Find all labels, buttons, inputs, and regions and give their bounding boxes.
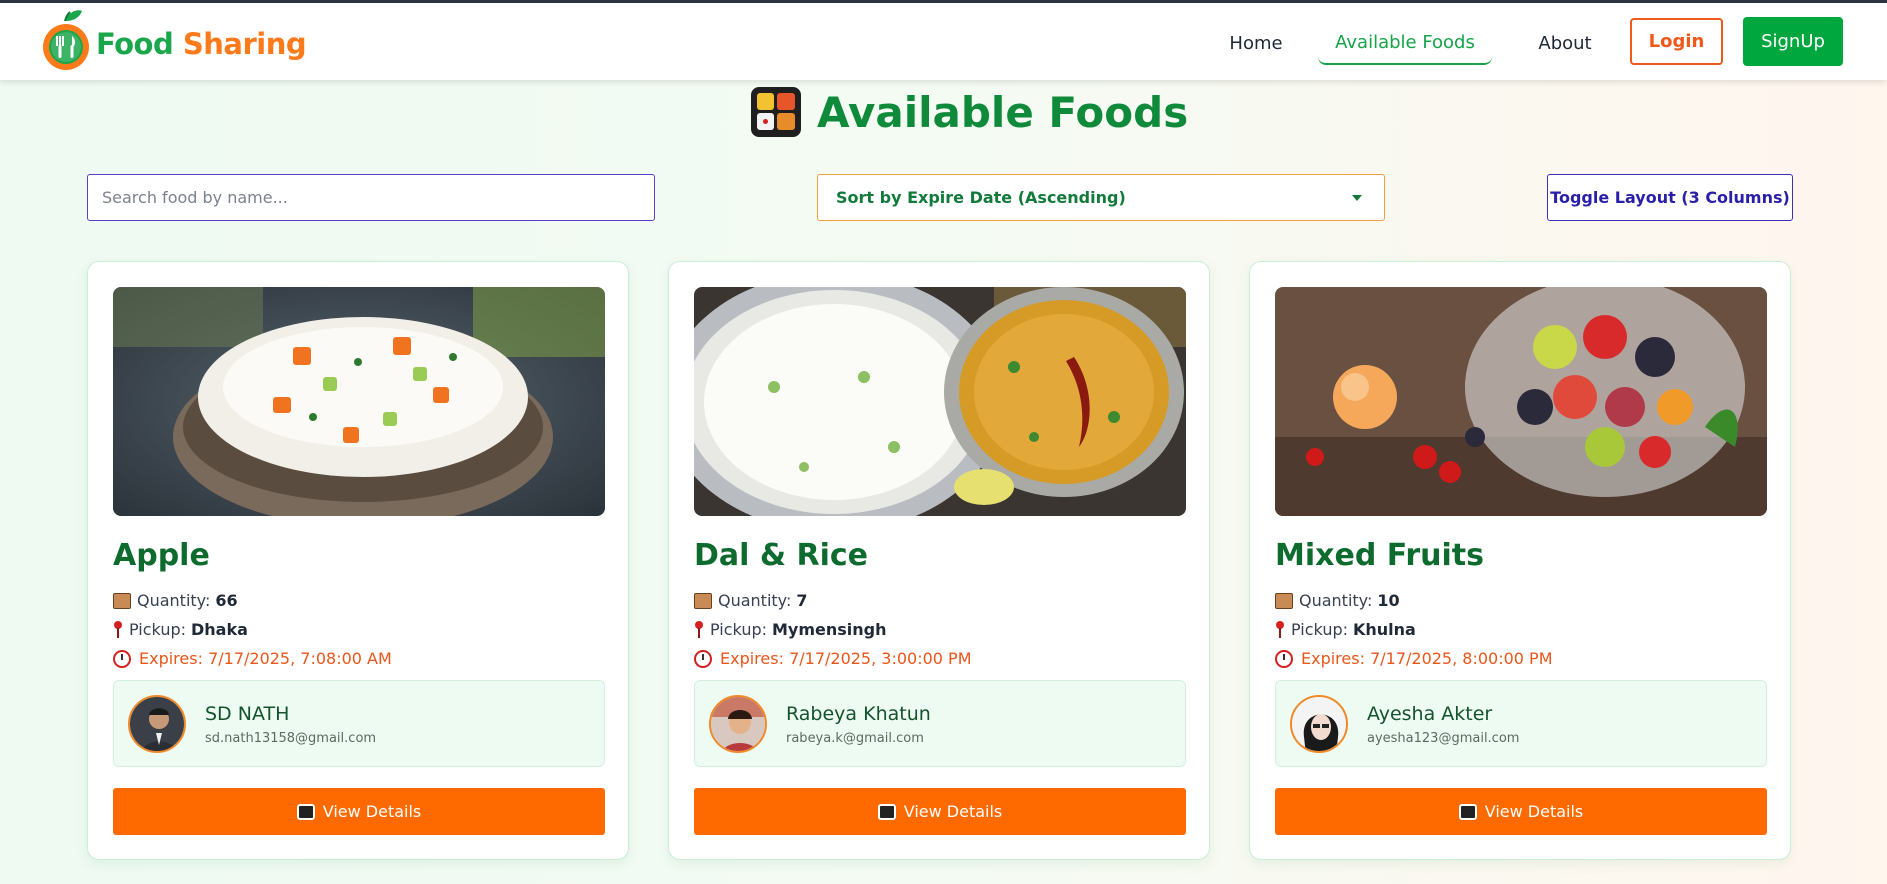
donor-email: ayesha123@gmail.com: [1367, 731, 1520, 746]
donor-email: sd.nath13158@gmail.com: [205, 731, 377, 746]
pickup-label: Pickup:: [710, 620, 767, 639]
login-button[interactable]: Login: [1630, 18, 1723, 65]
quantity-value: 66: [215, 591, 238, 610]
pickup-row: Pickup: Khulna: [1275, 620, 1416, 639]
food-name: Dal & Rice: [694, 538, 868, 573]
quantity-label: Quantity:: [1299, 591, 1373, 610]
pin-icon: [113, 620, 123, 639]
nav-home[interactable]: Home: [1206, 21, 1306, 65]
toggle-layout-button[interactable]: Toggle Layout (3 Columns): [1547, 174, 1793, 221]
logo-icon: [40, 9, 92, 71]
quantity-label: Quantity:: [137, 591, 211, 610]
donor-info: SD NATH sd.nath13158@gmail.com: [113, 680, 605, 767]
avatar: [128, 695, 186, 753]
food-name: Apple: [113, 538, 210, 573]
expires-text: Expires: 7/17/2025, 7:08:00 AM: [139, 649, 392, 668]
quantity-row: Quantity: 7: [694, 591, 808, 610]
food-card: Apple Quantity: 66 Pickup: Dhaka Expires…: [87, 261, 629, 860]
view-details-label: View Details: [322, 802, 422, 821]
expires-row: Expires: 7/17/2025, 3:00:00 PM: [694, 649, 972, 668]
food-image-rice: [113, 287, 605, 516]
pickup-value: Mymensingh: [772, 620, 887, 639]
box-icon: [694, 592, 712, 609]
alarm-clock-icon: [1275, 649, 1293, 668]
food-image-dal-rice: [694, 287, 1186, 516]
pin-icon: [1275, 620, 1285, 639]
expires-text: Expires: 7/17/2025, 8:00:00 PM: [1301, 649, 1553, 668]
page-title-text: Available Foods: [817, 87, 1189, 137]
food-image-fruits: [1275, 287, 1767, 516]
donor-name: Rabeya Khatun: [786, 703, 931, 725]
brand-word-sharing: Sharing: [182, 27, 307, 61]
signup-button[interactable]: SignUp: [1743, 17, 1843, 66]
expires-row: Expires: 7/17/2025, 8:00:00 PM: [1275, 649, 1553, 668]
plate-icon: [1458, 803, 1477, 820]
donor-name: Ayesha Akter: [1367, 703, 1493, 725]
navbar: Food Sharing Home Available Foods About …: [0, 3, 1887, 80]
box-icon: [1275, 592, 1293, 609]
brand-logo[interactable]: Food Sharing: [40, 9, 307, 71]
food-card: Mixed Fruits Quantity: 10 Pickup: Khulna…: [1249, 261, 1791, 860]
donor-email: rabeya.k@gmail.com: [786, 731, 924, 746]
avatar: [1290, 695, 1348, 753]
page-title: Available Foods: [751, 86, 1188, 138]
quantity-value: 10: [1377, 591, 1400, 610]
quantity-row: Quantity: 66: [113, 591, 238, 610]
pickup-label: Pickup:: [1291, 620, 1348, 639]
plate-icon: [296, 803, 315, 820]
donor-info: Rabeya Khatun rabeya.k@gmail.com: [694, 680, 1186, 767]
pickup-label: Pickup:: [129, 620, 186, 639]
food-card: Dal & Rice Quantity: 7 Pickup: Mymensing…: [668, 261, 1210, 860]
expires-text: Expires: 7/17/2025, 3:00:00 PM: [720, 649, 972, 668]
avatar: [709, 695, 767, 753]
view-details-label: View Details: [903, 802, 1003, 821]
pickup-value: Khulna: [1353, 620, 1416, 639]
pickup-row: Pickup: Dhaka: [113, 620, 248, 639]
food-name: Mixed Fruits: [1275, 538, 1484, 573]
search-input[interactable]: [87, 174, 655, 221]
quantity-label: Quantity:: [718, 591, 792, 610]
quantity-value: 7: [796, 591, 808, 610]
view-details-button[interactable]: View Details: [113, 788, 605, 835]
box-icon: [113, 592, 131, 609]
quantity-row: Quantity: 10: [1275, 591, 1400, 610]
pickup-row: Pickup: Mymensingh: [694, 620, 887, 639]
brand-word-food: Food: [96, 27, 174, 61]
alarm-clock-icon: [113, 649, 131, 668]
expires-row: Expires: 7/17/2025, 7:08:00 AM: [113, 649, 392, 668]
nav-available-foods[interactable]: Available Foods: [1318, 21, 1492, 65]
sort-select[interactable]: Sort by Expire Date (Ascending): [817, 174, 1385, 221]
view-details-button[interactable]: View Details: [1275, 788, 1767, 835]
bento-box-icon: [751, 87, 801, 137]
view-details-button[interactable]: View Details: [694, 788, 1186, 835]
brand-name: Food Sharing: [96, 27, 307, 61]
sort-select-value: Sort by Expire Date (Ascending): [836, 188, 1126, 207]
donor-info: Ayesha Akter ayesha123@gmail.com: [1275, 680, 1767, 767]
donor-name: SD NATH: [205, 703, 290, 725]
view-details-label: View Details: [1484, 802, 1584, 821]
pickup-value: Dhaka: [191, 620, 248, 639]
chevron-down-icon: [1352, 195, 1362, 201]
alarm-clock-icon: [694, 649, 712, 668]
plate-icon: [877, 803, 896, 820]
nav-about[interactable]: About: [1515, 21, 1615, 65]
pin-icon: [694, 620, 704, 639]
